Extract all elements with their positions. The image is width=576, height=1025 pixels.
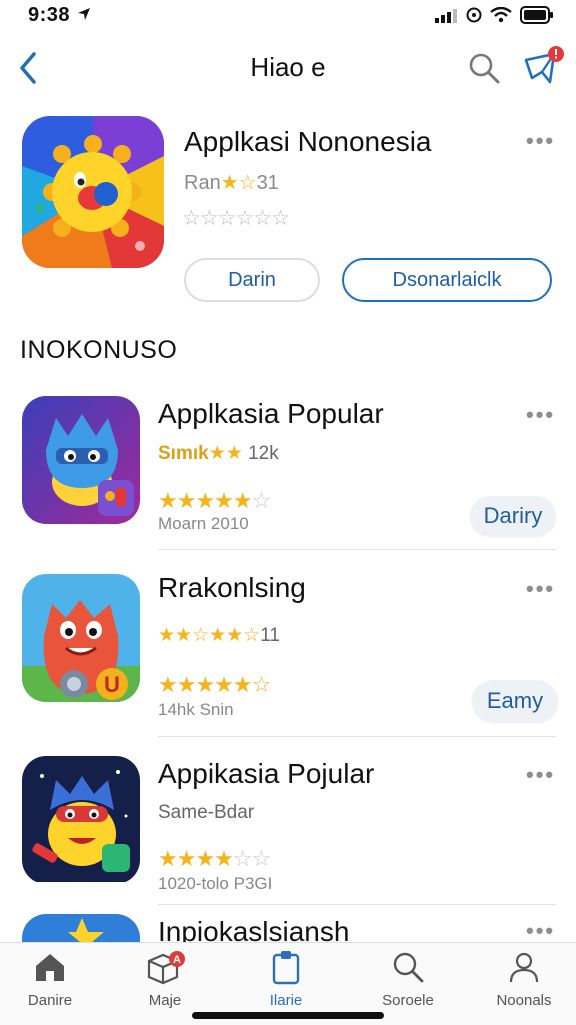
featured-secondary-button[interactable]: Darin [184, 258, 320, 302]
status-time: 9:38 [28, 4, 92, 27]
tab-badge: A [173, 954, 181, 966]
empty-stars: ☆ [251, 672, 272, 697]
app-rating-stars: ★★★★☆☆ [158, 846, 271, 872]
app-get-button[interactable]: Eamy [472, 680, 558, 722]
featured-app-meta: Ran★☆31 [184, 170, 279, 195]
app-icon[interactable] [22, 396, 140, 524]
app-rating-stars: ★★★★★☆ [158, 488, 272, 514]
filled-stars: ★★★★★ [158, 672, 253, 697]
signal-icon [435, 9, 457, 23]
filled-stars: ★★★★★ [158, 488, 253, 513]
blue-monster-icon [22, 396, 140, 524]
search-icon [393, 952, 424, 983]
featured-primary-button[interactable]: Dsonarlaiclk [342, 258, 552, 302]
app-footnote: 1020-tolo P3GI [158, 874, 273, 893]
app-subtitle: ★★☆★★☆11 [158, 624, 280, 647]
featured-more-button[interactable]: ••• [526, 128, 555, 154]
notifications-button[interactable] [520, 44, 566, 90]
svg-text:U: U [104, 672, 120, 697]
empty-stars: ☆ [251, 488, 272, 513]
app-sub-count: 12k [248, 443, 279, 464]
app-more-button[interactable]: ••• [526, 576, 555, 602]
tab-label: Danire [27, 992, 73, 1009]
tab-search[interactable]: Soroele [358, 949, 458, 1009]
app-footnote: Moarn 2010 [158, 514, 249, 533]
app-subtitle: Sımık★★ 12k [158, 442, 279, 465]
featured-app-icon[interactable] [22, 116, 164, 268]
app-rating-stars: ★★★★★☆ [158, 672, 272, 698]
red-monster-icon: U [22, 574, 140, 702]
tab-box[interactable]: A Maje [115, 949, 215, 1009]
divider [158, 736, 556, 737]
app-sub-label: Sımık [158, 443, 209, 464]
app-title[interactable]: Inpiokaslsiansh [158, 916, 349, 942]
battery-icon [520, 6, 553, 24]
location-arrow-icon [78, 8, 91, 20]
app-more-button[interactable]: ••• [526, 402, 555, 428]
app-more-button[interactable]: ••• [526, 762, 555, 788]
app-sub-stars: ★★ [208, 443, 243, 464]
clock-text: 9:38 [28, 4, 71, 26]
clipboard-icon [272, 951, 300, 985]
section-title: INOKONUSO [20, 336, 178, 364]
tab-label: Noonals [496, 992, 552, 1009]
home-icon [36, 954, 64, 981]
app-title[interactable]: Appikasia Pojular [158, 758, 374, 790]
divider [158, 549, 556, 550]
tab-label: Soroele [382, 992, 434, 1009]
yellow-hero-icon [22, 756, 140, 882]
tab-clipboard[interactable]: Ilarie [236, 949, 336, 1009]
app-title[interactable]: Rrakonlsing [158, 572, 306, 604]
app-icon[interactable] [22, 756, 140, 884]
app-more-button[interactable]: ••• [526, 918, 555, 944]
tab-label: Maje [148, 992, 182, 1009]
search-icon [469, 53, 500, 84]
divider [158, 904, 556, 905]
sun-character-icon [22, 116, 164, 268]
featured-app-title[interactable]: Applkasi Nononesia [184, 126, 432, 158]
tab-home[interactable]: Danire [0, 949, 100, 1009]
featured-rating-stars: ☆☆☆☆☆☆ [182, 207, 290, 230]
tab-label: Ilarie [269, 992, 303, 1009]
app-footnote: 14hk Snin [158, 700, 234, 719]
tab-profile[interactable]: Noonals [474, 949, 574, 1009]
app-title[interactable]: Applkasia Popular [158, 398, 384, 430]
star-character-icon [22, 914, 140, 944]
app-subtitle: Same-Bdar [158, 802, 255, 823]
person-icon [509, 952, 539, 983]
app-sub-count: 11 [260, 625, 280, 646]
paper-plane-badge-icon [524, 46, 564, 84]
app-icon[interactable]: U [22, 574, 140, 702]
app-get-button[interactable]: Dariry [470, 496, 556, 536]
status-icons [434, 6, 554, 24]
featured-meta-label: Ran [184, 172, 221, 194]
search-button[interactable] [466, 50, 502, 86]
app-icon[interactable] [22, 914, 140, 944]
featured-meta-count: 31 [256, 172, 279, 194]
featured-meta-stars: ★☆ [220, 172, 257, 194]
box-icon: A [147, 951, 185, 985]
wifi-icon [490, 7, 512, 23]
app-sub-stars: ★★☆★★☆ [158, 625, 261, 646]
focus-icon [466, 7, 482, 23]
empty-stars: ☆☆ [232, 846, 271, 871]
filled-stars: ★★★★ [158, 846, 234, 871]
home-indicator [192, 1012, 384, 1019]
